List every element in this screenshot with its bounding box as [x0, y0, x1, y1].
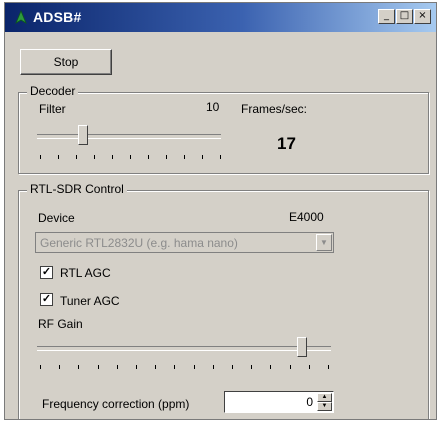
rtl-agc-checkbox[interactable]: ✓ — [40, 266, 53, 279]
tuner-name: E4000 — [289, 210, 324, 224]
filter-slider-track — [37, 134, 221, 139]
tuner-agc-checkbox[interactable]: ✓ — [40, 293, 53, 306]
slider-tick — [308, 365, 310, 369]
slider-tick — [166, 155, 167, 159]
slider-tick — [40, 365, 41, 369]
device-select[interactable]: Generic RTL2832U (e.g. hama nano) ▼ — [35, 232, 334, 253]
tuner-agc-label[interactable]: Tuner AGC — [60, 294, 120, 308]
slider-tick — [76, 155, 77, 159]
slider-tick — [251, 365, 253, 369]
slider-tick — [202, 155, 203, 159]
slider-tick — [212, 365, 214, 369]
slider-tick — [289, 365, 291, 369]
slider-tick — [130, 155, 131, 159]
frequency-correction-input[interactable]: 0 ▲ ▼ — [224, 391, 334, 413]
slider-tick — [59, 365, 61, 369]
slider-tick — [174, 365, 176, 369]
slider-tick — [193, 365, 195, 369]
title-bar[interactable]: ADSB# _ □ × — [5, 3, 436, 32]
rtl-agc-label[interactable]: RTL AGC — [60, 266, 111, 280]
slider-tick — [58, 155, 59, 159]
window-title: ADSB# — [33, 9, 82, 25]
device-label: Device — [38, 211, 75, 225]
filter-slider-thumb[interactable] — [78, 125, 88, 145]
slider-tick — [112, 155, 113, 159]
slider-tick — [328, 365, 329, 369]
device-select-value: Generic RTL2832U (e.g. hama nano) — [40, 236, 238, 250]
close-button[interactable]: × — [414, 9, 431, 24]
frames-per-sec-label: Frames/sec: — [241, 102, 308, 116]
slider-tick — [94, 155, 95, 159]
filter-value: 10 — [206, 100, 220, 114]
frames-per-sec-value: 17 — [277, 134, 296, 153]
frequency-correction-value: 0 — [306, 395, 313, 409]
rf-gain-label: RF Gain — [38, 317, 83, 331]
slider-tick — [184, 155, 185, 159]
slider-tick — [97, 365, 99, 369]
decoder-group-label: Decoder — [27, 84, 79, 98]
rtl-sdr-group-label: RTL-SDR Control — [27, 182, 127, 196]
minimize-button[interactable]: _ — [378, 9, 395, 24]
slider-tick — [40, 155, 41, 159]
chevron-down-icon[interactable]: ▼ — [316, 234, 332, 251]
rf-gain-slider-thumb[interactable] — [296, 337, 307, 357]
filter-label: Filter — [39, 102, 66, 116]
rf-gain-slider-track — [37, 346, 331, 351]
frequency-correction-label: Frequency correction (ppm) — [42, 397, 190, 411]
spin-down-icon[interactable]: ▼ — [317, 402, 332, 411]
slider-tick — [116, 365, 118, 369]
slider-tick — [148, 155, 149, 159]
slider-tick — [220, 155, 221, 159]
slider-tick — [270, 365, 272, 369]
app-icon — [15, 10, 27, 24]
slider-tick — [232, 365, 233, 369]
stop-button[interactable]: Stop — [20, 49, 112, 75]
slider-tick — [78, 365, 80, 369]
adsb-window: ADSB# _ □ × Stop Decoder Filter 10 Frame… — [4, 2, 437, 420]
slider-tick — [136, 365, 137, 369]
maximize-button[interactable]: □ — [396, 9, 413, 24]
slider-tick — [155, 365, 157, 369]
spin-up-icon[interactable]: ▲ — [317, 393, 332, 402]
